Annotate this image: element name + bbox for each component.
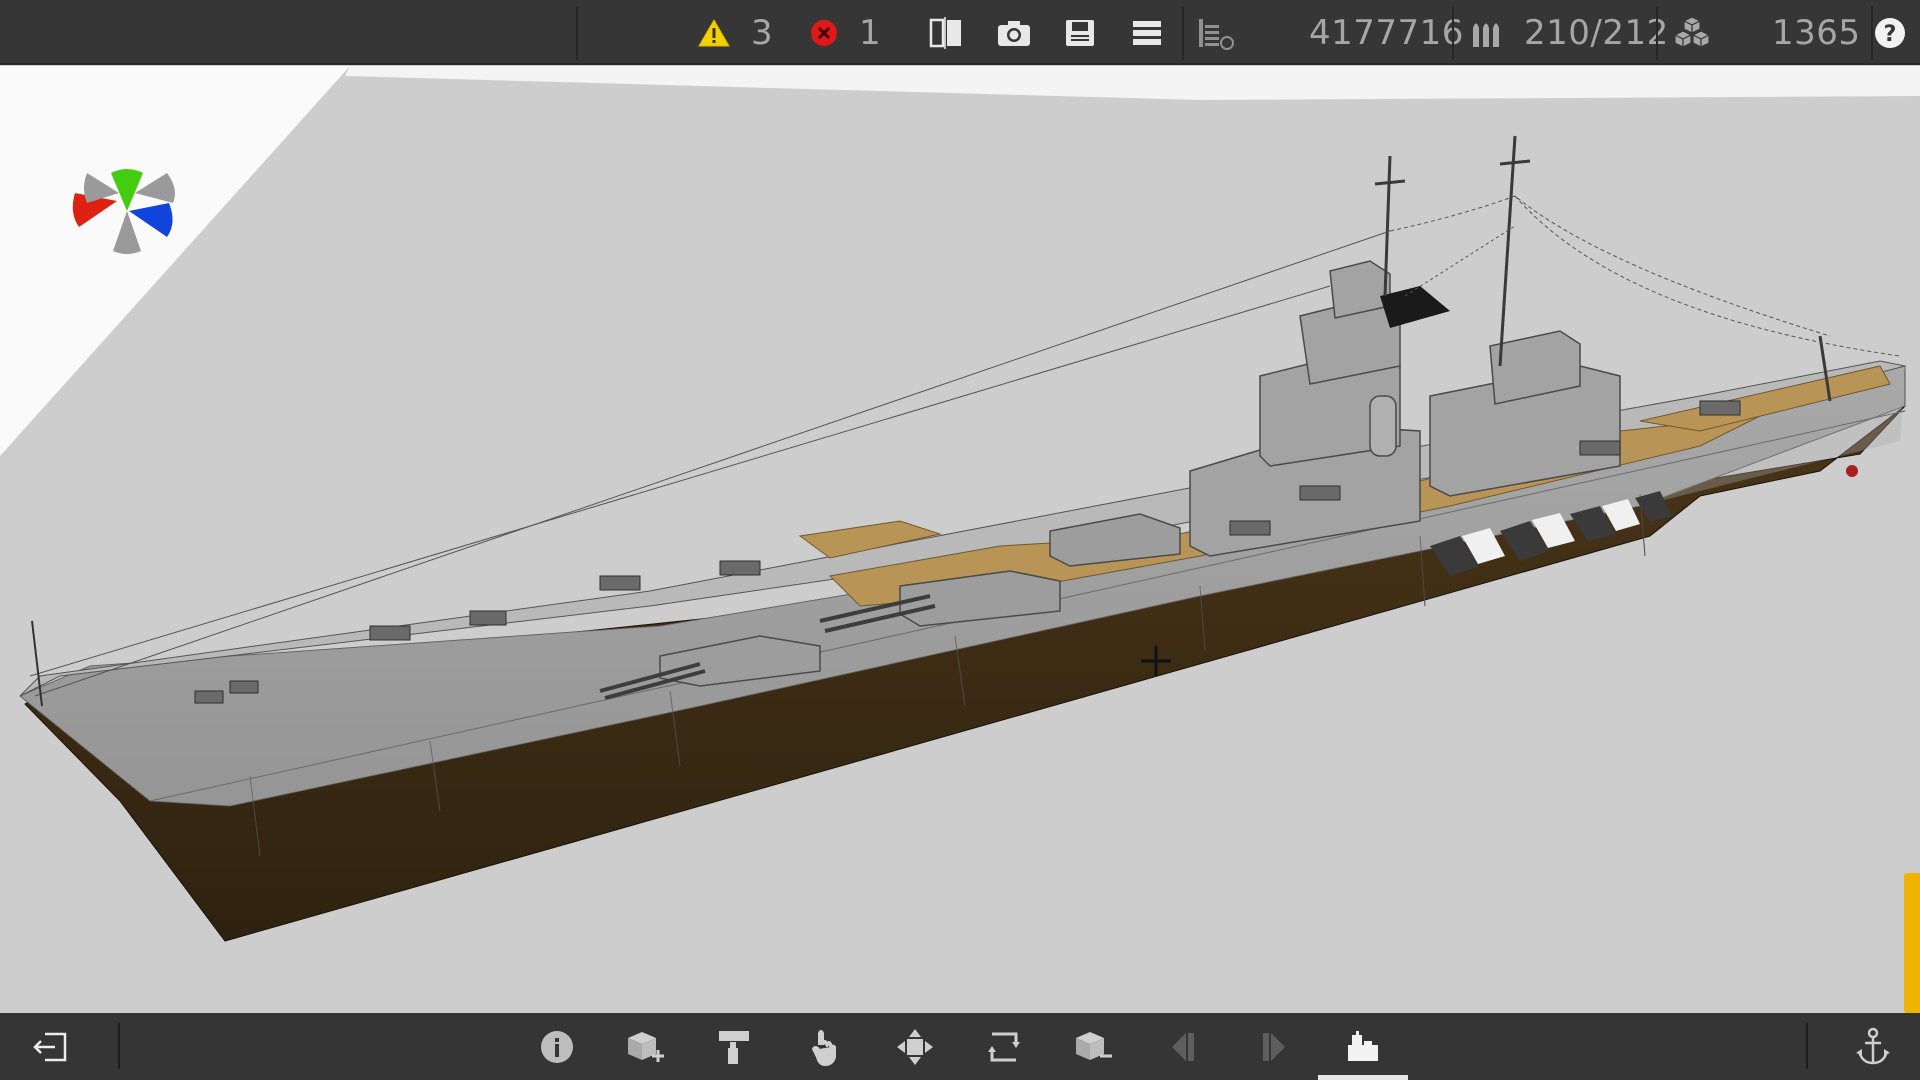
ammo-icon <box>1470 16 1506 50</box>
select-button[interactable] <box>790 1013 860 1080</box>
active-tool-indicator <box>1318 1075 1408 1080</box>
layers-icon <box>1197 15 1237 51</box>
blocks-icon <box>1672 15 1712 51</box>
info-button[interactable] <box>522 1013 592 1080</box>
svg-text:?: ? <box>1884 22 1897 47</box>
toolbar-separator <box>1452 6 1454 60</box>
ammo-indicator[interactable]: 210/212 <box>1470 0 1669 65</box>
mass-value: 4177716 <box>1309 12 1464 53</box>
mirror-icon <box>928 16 964 50</box>
ground-plane-edge <box>345 66 1920 100</box>
previous-button[interactable] <box>1149 1013 1219 1080</box>
add-block-icon <box>624 1028 668 1066</box>
exit-button[interactable] <box>14 1013 84 1080</box>
ground-plane <box>0 66 350 456</box>
previous-icon <box>1168 1030 1200 1064</box>
errors-count: 1 <box>859 12 882 53</box>
next-button[interactable] <box>1238 1013 1308 1080</box>
next-icon <box>1257 1030 1289 1064</box>
mass-indicator[interactable]: 4177716 <box>1197 0 1464 65</box>
build-mode-button[interactable] <box>1328 1013 1398 1080</box>
rotate-icon <box>984 1028 1024 1066</box>
menu-button[interactable] <box>1131 0 1163 65</box>
toolbar-separator <box>576 6 578 60</box>
help-button[interactable]: ? <box>1873 0 1907 65</box>
select-hand-icon <box>807 1027 843 1067</box>
build-mode-icon <box>1344 1029 1382 1065</box>
camera-icon <box>996 18 1032 48</box>
remove-block-icon <box>1072 1028 1116 1066</box>
top-toolbar: 3 1 4177716 210/212 1365 ? <box>0 0 1920 65</box>
errors-indicator[interactable]: 1 <box>809 0 881 65</box>
3d-viewport[interactable] <box>0 66 1920 1013</box>
error-icon <box>809 18 839 48</box>
app-window: 3 1 4177716 210/212 1365 ? <box>0 0 1920 1080</box>
save-icon <box>1064 18 1096 48</box>
exit-icon <box>29 1030 69 1064</box>
menu-icon <box>1131 18 1163 48</box>
toolbar-separator <box>1182 6 1184 60</box>
toolbar-separator <box>1656 6 1658 60</box>
ammo-value: 210/212 <box>1524 12 1669 53</box>
paint-button[interactable] <box>700 1013 770 1080</box>
bottom-toolbar <box>0 1013 1920 1080</box>
warnings-indicator[interactable]: 3 <box>697 0 773 65</box>
anchor-icon <box>1854 1027 1892 1067</box>
help-icon: ? <box>1873 16 1907 50</box>
screenshot-button[interactable] <box>996 0 1032 65</box>
battleship-model <box>19 135 1906 942</box>
toolbar-separator <box>1806 1023 1808 1069</box>
remove-block-button[interactable] <box>1059 1013 1129 1080</box>
blocks-count: 1365 <box>1772 12 1861 53</box>
info-icon <box>539 1029 575 1065</box>
save-button[interactable] <box>1064 0 1096 65</box>
anchor-button[interactable] <box>1838 1013 1908 1080</box>
ship-model-canvas <box>0 66 1920 942</box>
mirror-button[interactable] <box>928 0 964 65</box>
warning-icon <box>697 18 731 48</box>
add-block-button[interactable] <box>611 1013 681 1080</box>
side-panel-handle[interactable] <box>1904 873 1920 1013</box>
warnings-count: 3 <box>751 12 774 53</box>
blocks-indicator[interactable]: 1365 <box>1672 0 1861 65</box>
toolbar-separator <box>118 1023 120 1069</box>
paint-roller-icon <box>715 1028 755 1066</box>
rotate-button[interactable] <box>969 1013 1039 1080</box>
move-button[interactable] <box>880 1013 950 1080</box>
move-icon <box>895 1027 935 1067</box>
